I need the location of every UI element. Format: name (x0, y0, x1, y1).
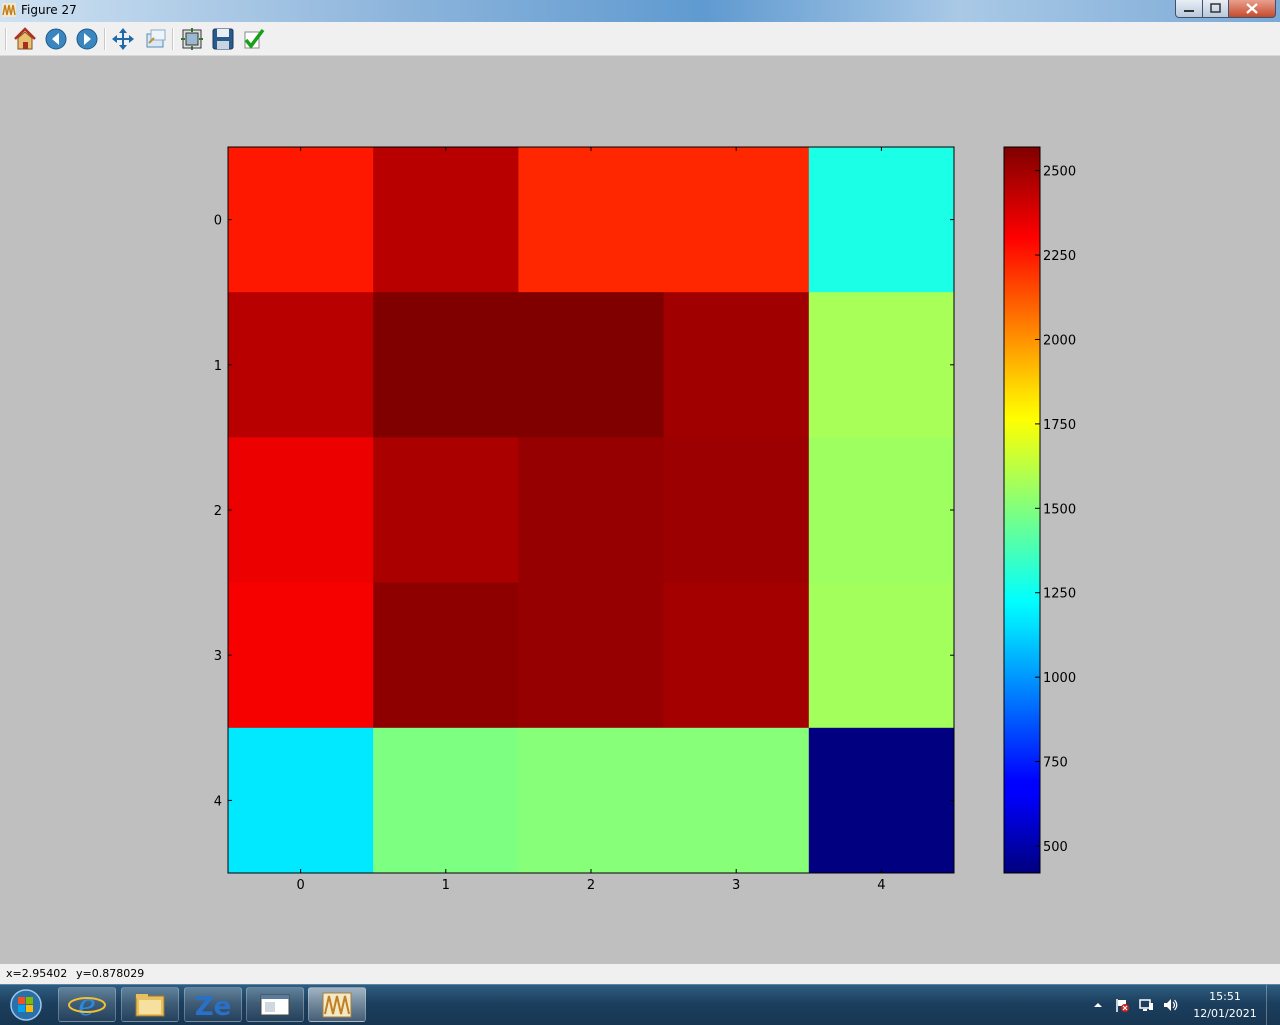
heatmap-cell (518, 292, 665, 438)
minimize-button[interactable] (1175, 0, 1203, 18)
toolbar-separator (5, 28, 7, 50)
x-tick-label: 3 (732, 878, 740, 893)
toolbar-separator (172, 28, 174, 50)
clock-date[interactable]: 12/01/2021 (1190, 1007, 1260, 1020)
heatmap-cell (808, 582, 955, 729)
pan-icon[interactable] (110, 26, 136, 52)
colorbar-tick-label: 750 (1043, 756, 1068, 771)
close-button[interactable] (1228, 0, 1276, 18)
y-tick-label: 0 (214, 214, 222, 229)
heatmap-cell (373, 727, 519, 874)
heatmap-cell (663, 727, 810, 874)
show-desktop-button[interactable] (1266, 985, 1280, 1025)
maximize-button[interactable] (1202, 0, 1229, 18)
colorbar-tick-label: 2000 (1043, 333, 1076, 348)
heatmap-cell (373, 437, 519, 584)
colorbar-tick-label: 2500 (1043, 165, 1076, 180)
colorbar-tick-label: 1500 (1043, 502, 1076, 517)
colorbar-tick-label: 1750 (1043, 418, 1076, 433)
svg-text:Ze: Ze (195, 992, 232, 1021)
colorbar-tick-label: 1250 (1043, 587, 1076, 602)
clock-time[interactable]: 15:51 (1196, 990, 1254, 1003)
window-app-icon (260, 994, 290, 1016)
matplotlib-app-icon (2, 3, 16, 17)
heatmap-cell (663, 147, 810, 293)
show-hidden-icons-icon[interactable] (1090, 997, 1106, 1013)
window-title: Figure 27 (21, 3, 77, 17)
navigation-toolbar (0, 22, 1280, 56)
heatmap-cell (518, 582, 665, 729)
forward-icon[interactable] (74, 26, 100, 52)
heatmap-cell (518, 727, 665, 874)
heatmap-cell (808, 147, 955, 293)
heatmap-cell (808, 437, 955, 584)
heatmap-cell (228, 437, 374, 584)
heatmap-cell (808, 727, 955, 874)
colorbar-tick-label: 500 (1043, 840, 1068, 855)
heatmap-cell (228, 292, 374, 438)
taskbar-window-button[interactable] (246, 987, 304, 1022)
ie-icon: e (68, 988, 106, 1023)
toolbar-separator (104, 28, 106, 50)
y-tick-label: 2 (214, 504, 222, 519)
taskbar-figure-button[interactable] (308, 987, 366, 1022)
heatmap-cell (373, 582, 519, 729)
y-tick-label: 3 (214, 649, 222, 664)
heatmap-plot: 0 1 2 3 4 0 1 2 3 4 500 750 1000 1250 1500 1750 2000 225… (214, 146, 1076, 893)
status-bar: x=2.95402 y=0.878029 (0, 964, 1280, 984)
x-tick-label: 4 (877, 878, 885, 893)
heatmap-cell (228, 582, 374, 729)
explorer-folder-icon (135, 994, 165, 1017)
heatmap-cell (808, 292, 955, 438)
cursor-y-readout: y=0.878029 (76, 967, 145, 980)
x-tick-label: 0 (296, 878, 304, 893)
colorbar-tick-label: 1000 (1043, 671, 1076, 686)
svg-text:e: e (78, 988, 96, 1021)
heatmap-cell (228, 147, 374, 293)
action-center-flag-icon[interactable] (1114, 997, 1130, 1013)
x-tick-label: 2 (587, 878, 595, 893)
windows-taskbar: e Ze 15:51 12/01/2021 (0, 984, 1280, 1025)
heatmap-cell (663, 437, 810, 584)
taskbar-ie-button[interactable]: e (58, 987, 116, 1023)
matplotlib-figure-icon (322, 992, 352, 1018)
subplots-config-icon[interactable] (179, 26, 205, 52)
figure-canvas[interactable]: 0 1 2 3 4 0 1 2 3 4 500 750 1000 1250 1500 1750 2000 225… (0, 56, 1280, 964)
taskbar-zotero-button[interactable]: Ze (184, 987, 242, 1022)
x-tick-label: 1 (442, 878, 450, 893)
zoom-icon[interactable] (142, 26, 168, 52)
save-icon[interactable] (210, 26, 236, 52)
y-tick-label: 4 (214, 794, 222, 809)
back-icon[interactable] (43, 26, 69, 52)
network-icon[interactable] (1138, 997, 1154, 1013)
heatmap-cell (373, 292, 519, 438)
heatmap-cell (663, 582, 810, 729)
edit-parameters-icon[interactable] (241, 26, 267, 52)
home-icon[interactable] (12, 26, 38, 52)
heatmap-cell (228, 727, 374, 874)
heatmap-cell (518, 437, 665, 584)
taskbar-explorer-button[interactable] (121, 987, 179, 1022)
cursor-x-readout: x=2.95402 (6, 967, 68, 980)
heatmap-cell (373, 147, 519, 293)
colorbar (1003, 146, 1041, 874)
colorbar-tick-label: 2250 (1043, 249, 1076, 264)
start-button-icon[interactable] (4, 988, 44, 1022)
heatmap-cell (663, 292, 810, 438)
volume-icon[interactable] (1162, 997, 1178, 1013)
title-bar: Figure 27 (0, 0, 1280, 22)
heatmap-cell (518, 147, 665, 293)
zotero-icon: Ze (195, 992, 232, 1022)
y-tick-label: 1 (214, 359, 222, 374)
